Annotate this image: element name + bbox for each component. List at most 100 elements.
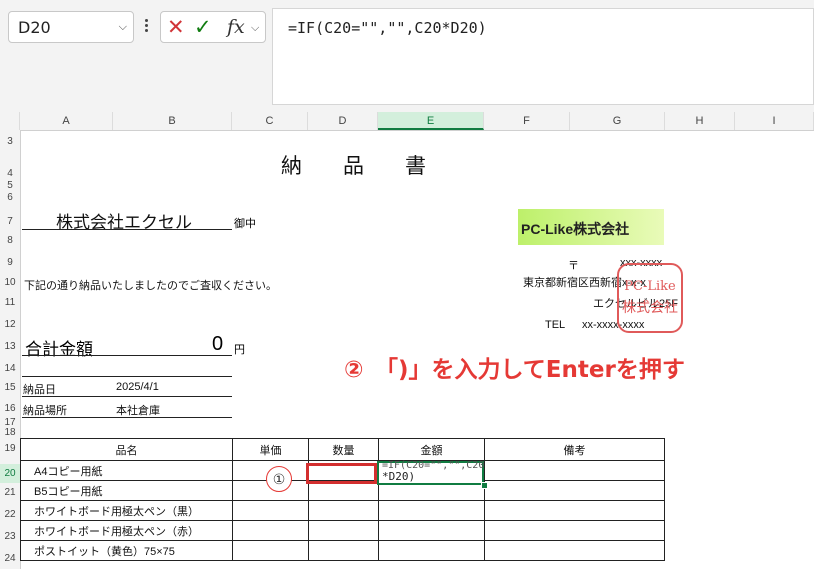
remarks-cell[interactable]	[484, 500, 665, 521]
row-header[interactable]: 24	[0, 553, 20, 564]
row-header[interactable]: 4	[0, 168, 20, 179]
column-header-f[interactable]: F	[484, 112, 570, 130]
editing-text-line2: *D20)	[382, 470, 416, 483]
row-header[interactable]: 15	[0, 382, 20, 393]
row-header[interactable]: 9	[0, 257, 20, 268]
column-header-g[interactable]: G	[570, 112, 665, 130]
item-name-cell[interactable]: ホワイトボード用極太ペン（赤）	[20, 520, 233, 541]
column-header-a[interactable]: A	[20, 112, 113, 130]
header-unit-price[interactable]: 単価	[232, 438, 309, 461]
total-value: 0	[212, 333, 224, 355]
header-amount[interactable]: 金額	[378, 438, 485, 461]
select-all-corner[interactable]	[0, 112, 20, 130]
company-seal: PC-Like 株式会社	[617, 263, 683, 333]
table-header-row: 品名 単価 数量 金額 備考	[20, 438, 665, 461]
fill-handle[interactable]	[481, 482, 488, 489]
row-header[interactable]: 19	[0, 443, 20, 454]
row-header[interactable]: 3	[0, 136, 20, 147]
tel-label: TEL	[545, 319, 566, 331]
honorific: 御中	[234, 218, 256, 230]
amount-cell[interactable]	[378, 520, 485, 541]
seal-line1: PC-Like	[624, 279, 676, 294]
insert-function-icon[interactable]: fx	[227, 16, 245, 38]
column-header-i[interactable]: I	[735, 112, 814, 130]
cancel-icon[interactable]: ✕	[167, 15, 185, 39]
row-header[interactable]: 16	[0, 403, 20, 414]
row-header[interactable]: 23	[0, 531, 20, 542]
active-cell-editor[interactable]: =IF(C20="","",C20 *D20)	[377, 460, 484, 485]
row-header[interactable]: 5	[0, 180, 20, 191]
intro-text: 下記の通り納品いたしましたのでご査収ください。	[24, 280, 277, 292]
amount-cell[interactable]	[378, 540, 485, 561]
formula-controls: ✕ ✓ fx ⌵	[160, 11, 266, 43]
row-header[interactable]: 13	[0, 341, 20, 352]
remarks-cell[interactable]	[484, 460, 665, 481]
item-name-cell[interactable]: ポストイット（黄色）75×75	[20, 540, 233, 561]
quantity-cell[interactable]	[308, 500, 379, 521]
table-row: ホワイトボード用極太ペン（黒）	[20, 500, 665, 521]
delivery-date: 2025/4/1	[116, 381, 159, 393]
remarks-cell[interactable]	[484, 480, 665, 501]
row-header[interactable]: 7	[0, 216, 20, 227]
formula-bar-area: D20 ⌵ ✕ ✓ fx ⌵ =IF(C20="","",C20*D20)	[0, 0, 814, 112]
remarks-cell[interactable]	[484, 520, 665, 541]
header-item-name[interactable]: 品名	[20, 438, 233, 461]
formula-text: =IF(C20="","",C20*D20)	[288, 19, 487, 37]
column-header-c[interactable]: C	[232, 112, 308, 130]
row-header[interactable]: 18	[0, 427, 20, 438]
step1-marker: ①	[266, 466, 292, 492]
header-quantity[interactable]: 数量	[308, 438, 379, 461]
row-header[interactable]: 14	[0, 363, 20, 374]
header-remarks[interactable]: 備考	[484, 438, 665, 461]
item-name-cell[interactable]: A4コピー用紙	[20, 460, 233, 481]
row-headers: 3 4 5 6 7 8 9 10 11 12 13 14 15 16 17 18…	[0, 130, 21, 569]
items-table: 品名 単価 数量 金額 備考 A4コピー用紙 B5コピー用紙 ホワイトボード用極…	[20, 438, 665, 561]
unit-price-cell[interactable]	[232, 520, 309, 541]
table-row: ホワイトボード用極太ペン（赤）	[20, 520, 665, 541]
amount-cell[interactable]	[378, 500, 485, 521]
column-header-h[interactable]: H	[665, 112, 735, 130]
name-box[interactable]: D20 ⌵	[8, 11, 134, 43]
column-header-b[interactable]: B	[113, 112, 232, 130]
quantity-cell[interactable]	[308, 520, 379, 541]
highlighted-cell-d20[interactable]	[306, 463, 377, 484]
remarks-cell[interactable]	[484, 540, 665, 561]
customer-underline	[22, 229, 232, 230]
column-header-e[interactable]: E	[378, 112, 484, 130]
unit-price-cell[interactable]	[232, 540, 309, 561]
chevron-down-icon[interactable]: ⌵	[251, 21, 259, 35]
row-header[interactable]: 21	[0, 487, 20, 498]
seal-line2: 株式会社	[622, 300, 678, 316]
row-header[interactable]: 12	[0, 319, 20, 330]
unit-price-cell[interactable]	[232, 500, 309, 521]
divider	[22, 376, 232, 377]
enter-icon[interactable]: ✓	[194, 15, 212, 39]
delivery-place: 本社倉庫	[116, 405, 160, 417]
item-name-cell[interactable]: B5コピー用紙	[20, 480, 233, 501]
document-title: 納 品 書	[281, 155, 436, 178]
chevron-down-icon[interactable]: ⌵	[119, 20, 127, 34]
column-headers: A B C D E F G H I	[0, 112, 814, 131]
row-header[interactable]: 11	[0, 297, 20, 308]
row-header[interactable]: 22	[0, 509, 20, 520]
row-header[interactable]: 20	[0, 464, 20, 483]
company-logo: PC-Like株式会社	[518, 209, 664, 245]
total-label: 合計金額	[25, 340, 93, 359]
more-options-icon[interactable]	[143, 17, 149, 37]
divider	[22, 417, 232, 418]
item-name-cell[interactable]: ホワイトボード用極太ペン（黒）	[20, 500, 233, 521]
column-header-d[interactable]: D	[308, 112, 378, 130]
total-unit: 円	[234, 344, 245, 356]
total-underline	[22, 355, 232, 356]
quantity-cell[interactable]	[308, 540, 379, 561]
postal-mark: 〒	[568, 260, 579, 272]
row-header[interactable]: 10	[0, 277, 20, 288]
delivery-place-label: 納品場所	[23, 405, 67, 417]
step2-instruction: ② 「)」を入力してEnterを押す	[344, 357, 685, 383]
row-header[interactable]: 6	[0, 192, 20, 203]
delivery-date-label: 納品日	[23, 384, 56, 396]
name-box-value: D20	[18, 18, 51, 37]
divider	[22, 396, 232, 397]
formula-input[interactable]: =IF(C20="","",C20*D20)	[272, 8, 814, 105]
row-header[interactable]: 8	[0, 235, 20, 246]
